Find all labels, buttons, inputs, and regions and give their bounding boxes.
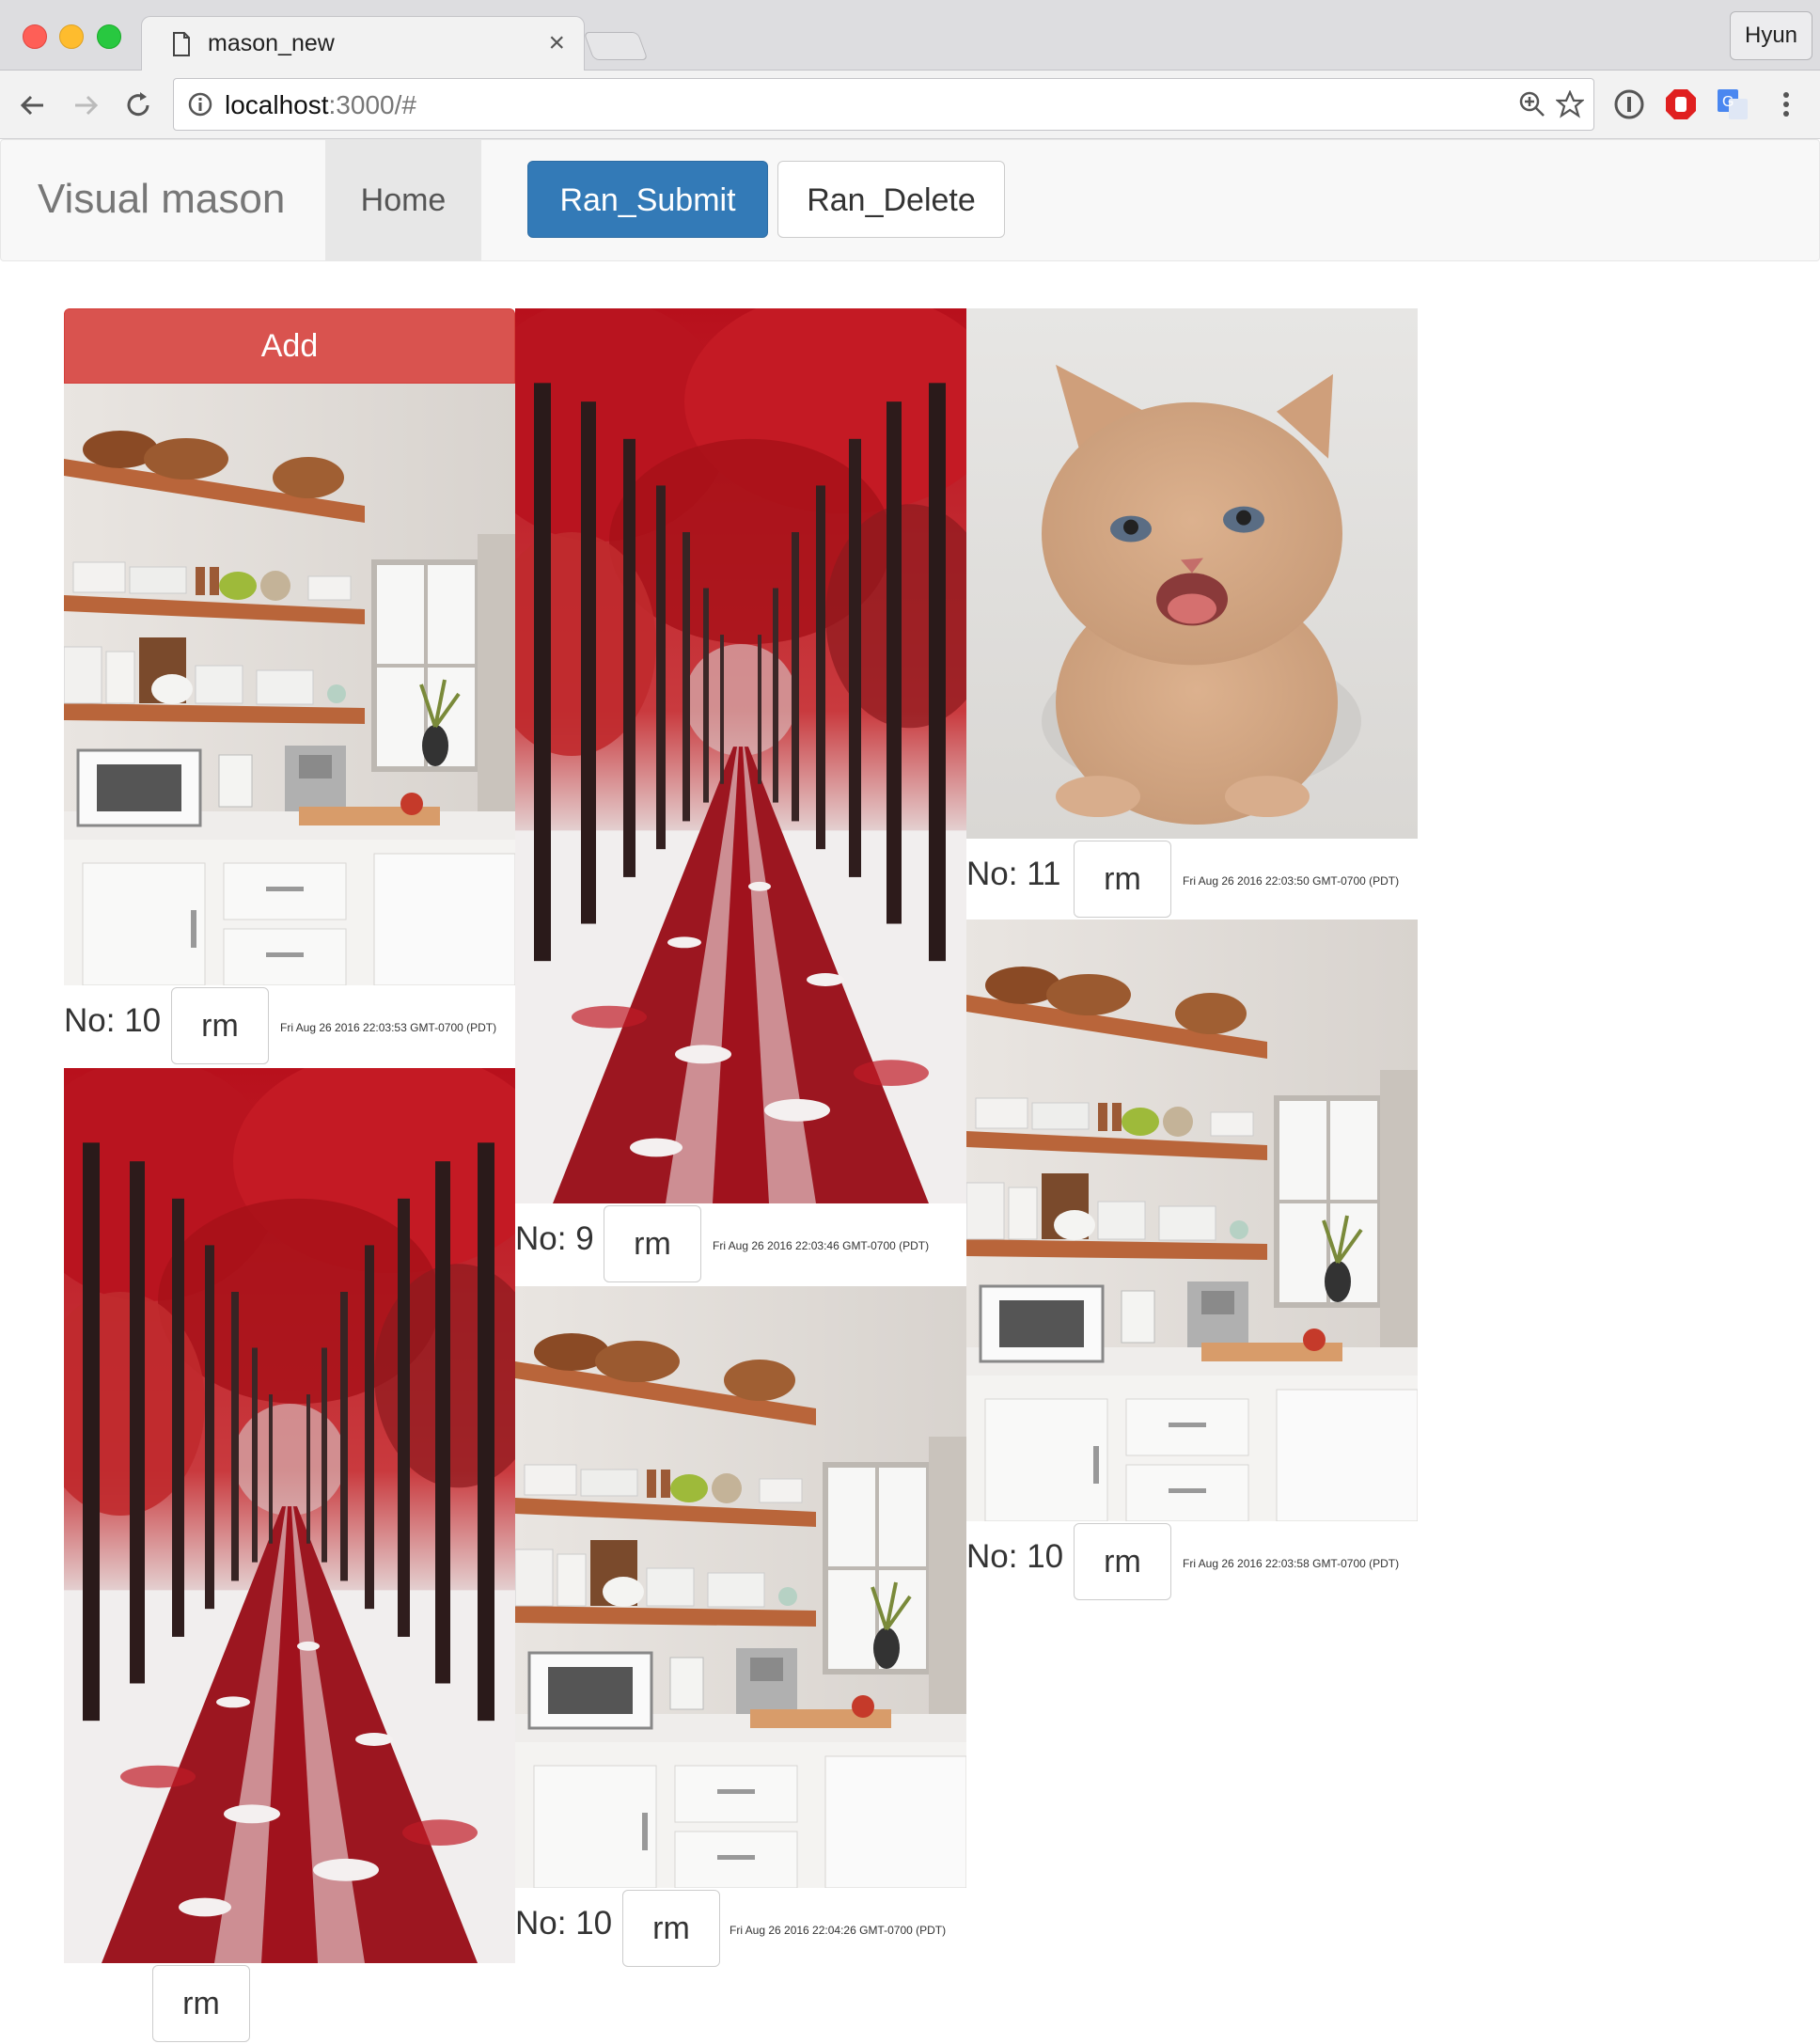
- google-translate-extension-icon[interactable]: G: [1716, 87, 1749, 121]
- masonry-card: rm: [64, 1068, 515, 2042]
- reload-icon[interactable]: [122, 89, 154, 121]
- browser-tab-bar: mason_new × Hyun: [0, 0, 1820, 71]
- zoom-icon[interactable]: [1518, 90, 1546, 118]
- remove-button[interactable]: rm: [604, 1205, 701, 1282]
- card-footer: No: 11 rm Fri Aug 26 2016 22:03:50 GMT-0…: [966, 841, 1418, 920]
- remove-button[interactable]: rm: [622, 1890, 720, 1967]
- card-photo: [64, 384, 515, 985]
- card-footer: No: 10 rm Fri Aug 26 2016 22:03:58 GMT-0…: [966, 1523, 1418, 1602]
- url-text: localhost:3000/#: [225, 90, 416, 120]
- nav-home-link[interactable]: Home: [325, 140, 481, 260]
- site-info-icon[interactable]: [187, 91, 213, 118]
- card-timestamp: Fri Aug 26 2016 22:03:53 GMT-0700 (PDT): [280, 1021, 497, 1034]
- ran-submit-button[interactable]: Ran_Submit: [527, 161, 768, 238]
- adblock-extension-icon[interactable]: [1664, 87, 1698, 121]
- new-tab-button[interactable]: [583, 32, 649, 60]
- remove-button[interactable]: rm: [171, 987, 269, 1064]
- chrome-menu-icon[interactable]: [1769, 87, 1803, 121]
- tab-close-icon[interactable]: ×: [548, 26, 565, 60]
- card-footer: No: 10 rm Fri Aug 26 2016 22:03:53 GMT-0…: [64, 987, 515, 1066]
- brand-title[interactable]: Visual mason: [38, 176, 285, 223]
- card-timestamp: Fri Aug 26 2016 22:03:46 GMT-0700 (PDT): [713, 1239, 930, 1252]
- browser-toolbar: localhost:3000/# G: [0, 71, 1820, 139]
- app-navbar: Visual mason Home Ran_Submit Ran_Delete: [0, 139, 1820, 261]
- card-footer: rm: [64, 1965, 515, 2044]
- svg-text:G: G: [1722, 94, 1734, 110]
- masonry-card: No: 10 rm Fri Aug 26 2016 22:03:53 GMT-0…: [64, 384, 515, 1068]
- card-photo: [64, 1068, 515, 1963]
- ran-delete-button[interactable]: Ran_Delete: [777, 161, 1005, 238]
- masonry-card: No: 9 rm Fri Aug 26 2016 22:03:46 GMT-07…: [515, 308, 966, 1286]
- back-icon[interactable]: [17, 89, 49, 121]
- card-footer: No: 9 rm Fri Aug 26 2016 22:03:46 GMT-07…: [515, 1205, 966, 1284]
- remove-button[interactable]: rm: [1074, 841, 1171, 918]
- card-timestamp: Fri Aug 26 2016 22:03:50 GMT-0700 (PDT): [1183, 874, 1400, 888]
- card-timestamp: Fri Aug 26 2016 22:04:26 GMT-0700 (PDT): [730, 1924, 947, 1937]
- masonry-card: No: 10 rm Fri Aug 26 2016 22:03:58 GMT-0…: [966, 920, 1418, 1604]
- url-path: :3000/#: [328, 90, 416, 119]
- card-number: No: 10: [64, 1002, 162, 1039]
- masonry-card: No: 10 rm Fri Aug 26 2016 22:04:26 GMT-0…: [515, 1286, 966, 1971]
- tab-title: mason_new: [208, 30, 335, 56]
- card-number: No: 9: [515, 1220, 594, 1257]
- remove-button[interactable]: rm: [152, 1965, 250, 2042]
- window-close-button[interactable]: [23, 24, 47, 49]
- card-number: No: 10: [515, 1905, 613, 1942]
- add-button[interactable]: Add: [64, 308, 515, 384]
- card-number: No: 11: [966, 856, 1061, 892]
- address-bar[interactable]: localhost:3000/#: [173, 78, 1594, 131]
- card-timestamp: Fri Aug 26 2016 22:03:58 GMT-0700 (PDT): [1183, 1557, 1400, 1570]
- card-number: No: 10: [966, 1538, 1064, 1575]
- card-photo: [515, 308, 966, 1203]
- onepassword-extension-icon[interactable]: [1612, 87, 1646, 121]
- masonry-card: No: 11 rm Fri Aug 26 2016 22:03:50 GMT-0…: [966, 308, 1418, 920]
- url-host: localhost: [225, 90, 329, 119]
- window-minimize-button[interactable]: [59, 24, 84, 49]
- card-footer: No: 10 rm Fri Aug 26 2016 22:04:26 GMT-0…: [515, 1890, 966, 1969]
- bookmark-star-icon[interactable]: [1556, 90, 1584, 118]
- window-zoom-button[interactable]: [97, 24, 121, 49]
- card-photo: [515, 1286, 966, 1888]
- forward-icon[interactable]: [70, 89, 102, 121]
- page-icon: [173, 32, 190, 56]
- card-photo: [966, 308, 1418, 839]
- remove-button[interactable]: rm: [1074, 1523, 1171, 1600]
- browser-tab[interactable]: mason_new ×: [141, 16, 585, 71]
- card-photo: [966, 920, 1418, 1521]
- profile-button[interactable]: Hyun: [1730, 11, 1812, 60]
